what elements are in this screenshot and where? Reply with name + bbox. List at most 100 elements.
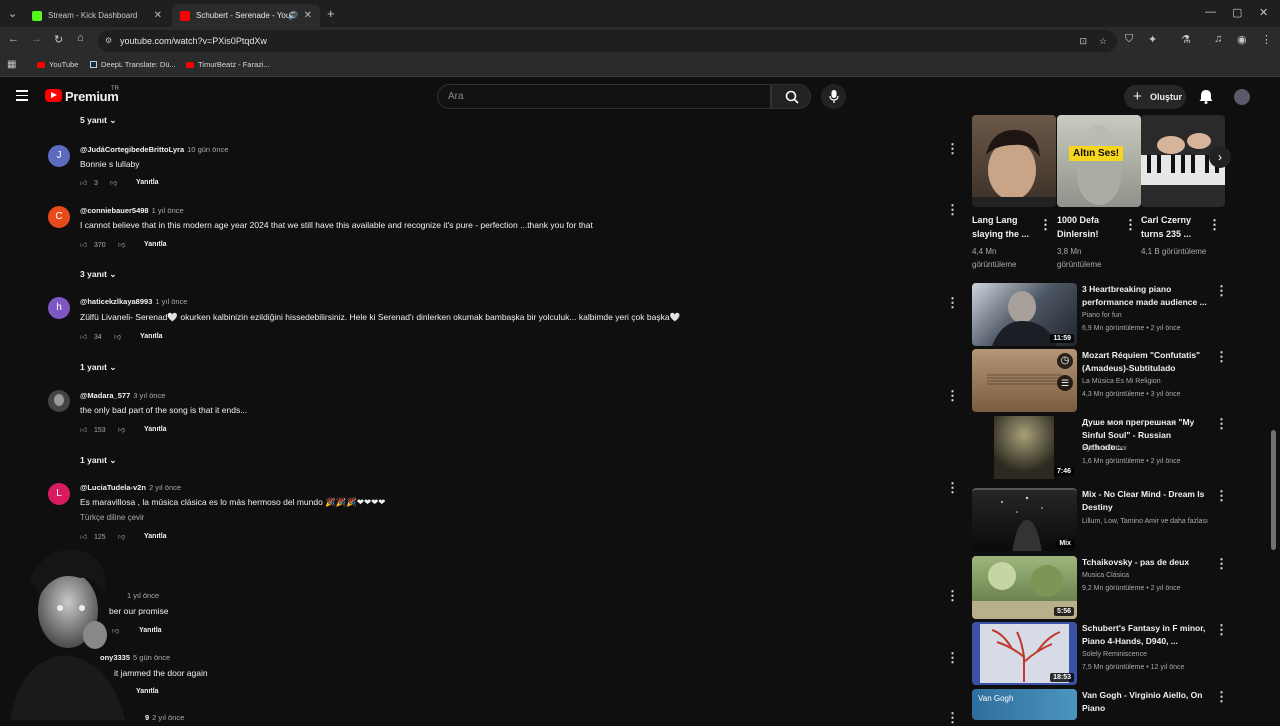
close-window-icon[interactable]: ✕ xyxy=(1259,6,1268,19)
shelf-item[interactable]: Lang Lang slaying the ... 4,4 Mn görüntü… xyxy=(972,115,1056,269)
related-video[interactable]: 18:53 Schubert's Fantasy in F minor, Pia… xyxy=(972,622,1232,685)
comment-more-icon[interactable] xyxy=(944,710,959,726)
comment-more-icon[interactable] xyxy=(944,202,959,218)
site-info-icon[interactable]: ⚙ xyxy=(105,30,112,52)
thumbs-down-icon[interactable]: 👎︎ xyxy=(118,425,125,434)
video-more-icon[interactable]: ⋮ xyxy=(1215,689,1228,705)
search-button[interactable] xyxy=(771,84,811,109)
video-more-icon[interactable]: ⋮ xyxy=(1215,416,1228,432)
shelf-thumbnail[interactable]: Altın Ses! xyxy=(1057,115,1141,207)
reply-button[interactable]: Yanıtla xyxy=(140,333,163,340)
replies-toggle[interactable]: 1 yanıt ⌄ xyxy=(80,362,116,373)
avatar[interactable]: J xyxy=(48,145,70,167)
shelf-thumbnail[interactable] xyxy=(972,115,1056,207)
comment-more-icon[interactable] xyxy=(944,480,959,496)
reply-button[interactable]: Yanıtla xyxy=(136,688,159,695)
shield-icon[interactable]: ⛉ xyxy=(1125,33,1133,46)
comment-time[interactable]: 10 gün önce xyxy=(187,145,228,154)
replies-toggle[interactable]: 5 yanıt ⌄ xyxy=(80,115,116,126)
related-video[interactable]: 11:59 3 Heartbreaking piano performance … xyxy=(972,283,1232,346)
video-title[interactable]: Tchaikovsky - pas de deux xyxy=(1082,556,1210,569)
related-video[interactable]: ◷ ☰ Mozart Réquiem "Confutatis" (Amadeus… xyxy=(972,349,1232,412)
video-more-icon[interactable]: ⋮ xyxy=(1215,488,1228,504)
close-tab-icon[interactable]: ✕ xyxy=(154,10,162,21)
tab-schubert-serenade[interactable]: Schubert - Serenade - YouT 🔊 ✕ xyxy=(172,4,320,27)
video-more-icon[interactable]: ⋮ xyxy=(1215,349,1228,365)
youtube-logo-icon[interactable] xyxy=(45,89,62,102)
maximize-icon[interactable]: ▢ xyxy=(1232,6,1242,19)
minimize-icon[interactable]: — xyxy=(1205,6,1216,18)
video-channel[interactable]: La Música Es Mi Religion xyxy=(1082,378,1161,385)
video-channel[interactable]: Musica Clásica xyxy=(1082,572,1129,579)
thumbs-up-icon[interactable]: 👍︎ xyxy=(80,240,87,249)
shelf-title[interactable]: 1000 Defa Dinlersin! xyxy=(1057,213,1127,241)
hamburger-menu-icon[interactable] xyxy=(16,90,28,101)
create-button[interactable]: + Oluştur xyxy=(1124,85,1186,109)
comment-time[interactable]: 2 yıl önce xyxy=(149,483,181,492)
video-channel[interactable]: Hymnoi Orthoi xyxy=(1082,445,1127,452)
video-title[interactable]: Mozart Réquiem "Confutatis" (Amadeus)-Su… xyxy=(1082,349,1210,374)
notifications-bell-icon[interactable] xyxy=(1199,89,1213,104)
video-thumbnail[interactable]: 5:56 xyxy=(972,556,1077,619)
video-thumbnail[interactable]: 7:46 xyxy=(972,416,1077,479)
forward-icon[interactable]: → xyxy=(31,33,42,45)
comment-time[interactable]: 3 yıl önce xyxy=(133,391,165,400)
comment-time[interactable]: 2 yıl önce xyxy=(152,713,184,722)
video-thumbnail[interactable]: 18:53 xyxy=(972,622,1077,685)
video-title[interactable]: Mix - No Clear Mind - Dream Is Destiny xyxy=(1082,488,1210,513)
comment-more-icon[interactable] xyxy=(944,650,959,666)
audio-playing-icon[interactable]: 🔊 xyxy=(288,11,298,20)
comment-time[interactable]: 5 gün önce xyxy=(133,653,170,662)
shelf-more-icon[interactable]: ⋮ xyxy=(1039,217,1052,233)
video-more-icon[interactable]: ⋮ xyxy=(1215,283,1228,299)
comment-more-icon[interactable] xyxy=(944,141,959,157)
related-video[interactable]: 5:56 Tchaikovsky - pas de deux Musica Cl… xyxy=(972,556,1232,619)
video-more-icon[interactable]: ⋮ xyxy=(1215,622,1228,638)
shelf-more-icon[interactable]: ⋮ xyxy=(1208,217,1221,233)
thumbs-down-icon[interactable]: 👎︎ xyxy=(114,332,121,341)
comment-author[interactable]: @Madara_577 xyxy=(80,391,130,400)
shelf-item[interactable]: Altın Ses! 1000 Defa Dinlersin! 3,8 Mn g… xyxy=(1057,115,1141,269)
shelf-next-button[interactable]: › xyxy=(1209,146,1231,168)
reply-button[interactable]: Yanıtla xyxy=(136,179,159,186)
profile-icon[interactable]: ◉ xyxy=(1237,33,1247,46)
video-channel[interactable]: Solely Reminiscence xyxy=(1082,651,1147,658)
related-video[interactable]: 7:46 Душе моя прегрешная "My Sinful Soul… xyxy=(972,416,1232,479)
reload-icon[interactable]: ↻ xyxy=(54,33,63,46)
comment-more-icon[interactable] xyxy=(944,388,959,404)
avatar[interactable]: C xyxy=(48,206,70,228)
url-field[interactable]: ⚙ youtube.com/watch?v=PXis0PtqdXw ⊡ ☆ xyxy=(98,30,1117,52)
video-more-icon[interactable]: ⋮ xyxy=(1215,556,1228,572)
bookmark-star-icon[interactable]: ☆ xyxy=(1099,30,1107,52)
thumbs-down-icon[interactable]: 👎︎ xyxy=(118,240,125,249)
voice-search-button[interactable] xyxy=(821,84,846,109)
install-app-icon[interactable]: ⊡ xyxy=(1079,30,1087,52)
tab-media-icon[interactable]: ♫ xyxy=(1214,33,1222,45)
comment-author[interactable]: 9 xyxy=(145,713,149,722)
comment-more-icon[interactable] xyxy=(944,295,959,311)
reply-button[interactable]: Yanıtla xyxy=(139,627,162,634)
thumbs-up-icon[interactable]: 👍︎ xyxy=(80,332,87,341)
shelf-title[interactable]: Lang Lang slaying the ... xyxy=(972,213,1042,241)
comment-author[interactable]: @conniebauer5498 xyxy=(80,206,149,215)
add-to-queue-icon[interactable]: ☰ xyxy=(1057,375,1073,391)
comment-author[interactable]: @JudáCortegibedeBrittoLyra xyxy=(80,145,184,154)
video-title[interactable]: Van Gogh - Virginio Aiello, On Piano xyxy=(1082,689,1210,714)
thumbs-down-icon[interactable]: 👎︎ xyxy=(110,178,117,187)
shelf-title[interactable]: Carl Czerny turns 235 ... xyxy=(1141,213,1211,241)
tab-search-icon[interactable]: ⌄ xyxy=(8,7,17,20)
reply-button[interactable]: Yanıtla xyxy=(144,426,167,433)
replies-toggle[interactable]: 3 yanıt ⌄ xyxy=(80,269,116,280)
thumbs-up-icon[interactable]: 👍︎ xyxy=(80,425,87,434)
comment-author[interactable]: @haticekzlkaya8993 xyxy=(80,297,152,306)
shelf-more-icon[interactable]: ⋮ xyxy=(1124,217,1137,233)
translate-link[interactable]: Türkçe diline çevir xyxy=(80,513,144,522)
avatar[interactable]: h xyxy=(48,297,70,319)
video-thumbnail[interactable]: ◷ ☰ xyxy=(972,349,1077,412)
browser-menu-icon[interactable]: ⋮ xyxy=(1261,33,1272,46)
comment-more-icon[interactable] xyxy=(944,588,959,604)
video-thumbnail[interactable]: Mix xyxy=(972,488,1077,551)
video-title[interactable]: Schubert's Fantasy in F minor, Piano 4-H… xyxy=(1082,622,1210,647)
avatar[interactable] xyxy=(48,390,70,412)
lab-icon[interactable]: ⚗ xyxy=(1181,33,1191,46)
